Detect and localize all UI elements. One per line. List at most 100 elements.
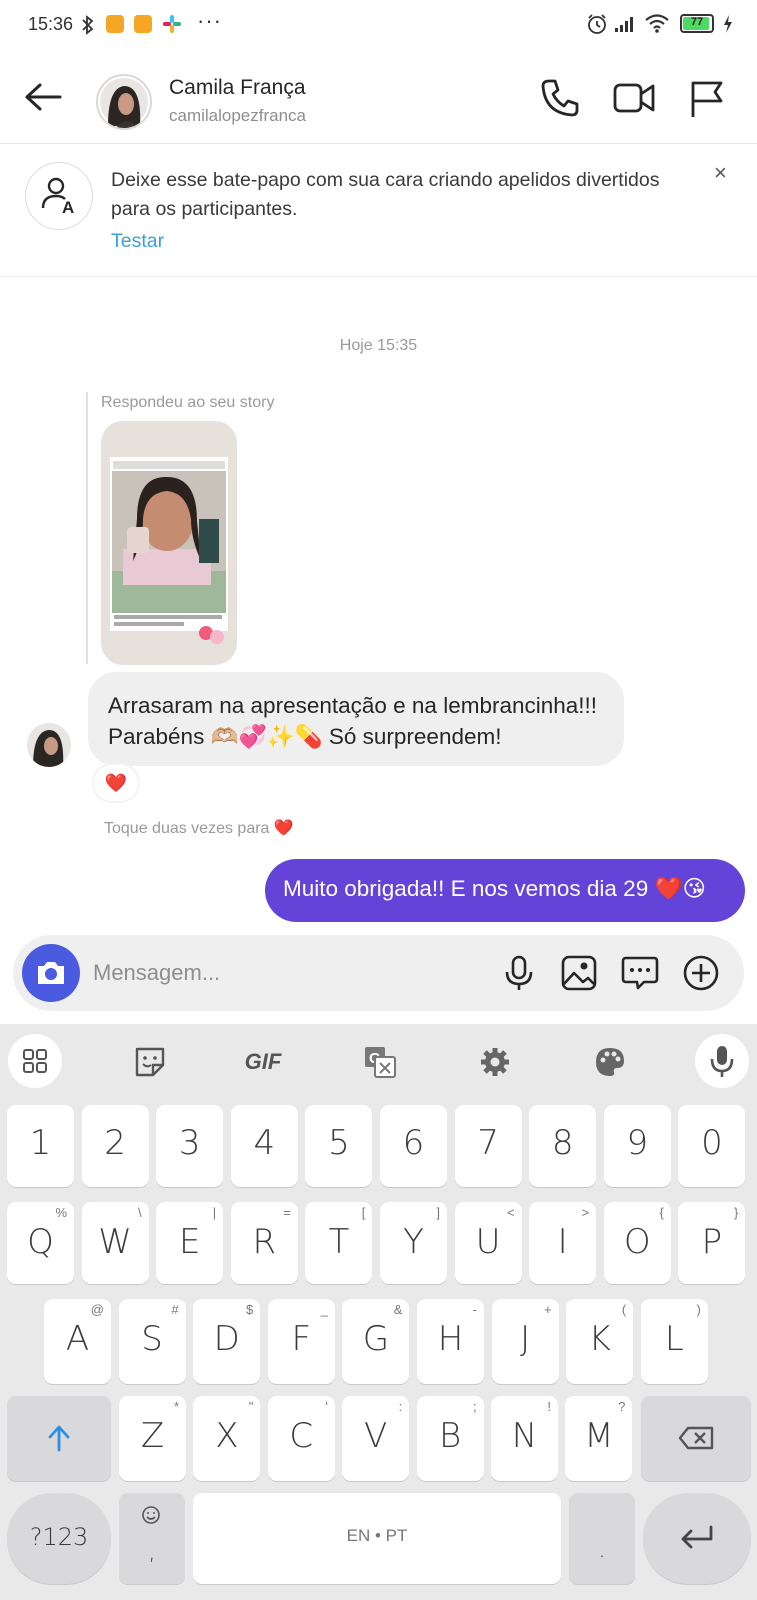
key-o[interactable]: O{ <box>603 1202 671 1284</box>
key-7[interactable]: 7 <box>454 1105 522 1187</box>
message-input[interactable] <box>93 955 473 991</box>
key-label: D <box>213 1319 240 1359</box>
gif-button[interactable]: GIF <box>240 1034 286 1090</box>
period-key[interactable]: . <box>569 1493 635 1584</box>
key-y[interactable]: Y] <box>380 1202 447 1284</box>
keyboard: GIF G ?123 , EN • PT . 1234567890Q%W\E|R… <box>0 1024 757 1600</box>
key-4[interactable]: 4 <box>230 1105 298 1187</box>
double-tap-hint: Toque duas vezes para ❤️ <box>104 820 294 837</box>
symbols-key[interactable]: ?123 <box>7 1493 111 1584</box>
emoji-comma-key[interactable]: , <box>119 1493 185 1584</box>
key-r[interactable]: R = <box>230 1202 298 1284</box>
key-0[interactable]: 0 <box>678 1105 746 1187</box>
key-a[interactable]: A @ <box>44 1299 111 1384</box>
camera-button[interactable] <box>22 944 80 1002</box>
key-label: 8 <box>551 1123 574 1163</box>
key-label: R <box>252 1222 277 1262</box>
key-b[interactable]: B; <box>416 1396 484 1481</box>
key-e[interactable]: E | <box>156 1202 224 1284</box>
backspace-key[interactable] <box>641 1396 751 1481</box>
key-k[interactable]: K( <box>566 1299 634 1384</box>
key-8[interactable]: 8 <box>529 1105 597 1187</box>
key-x[interactable]: X " <box>193 1396 261 1481</box>
key-label: J <box>520 1319 531 1359</box>
key-c[interactable]: C ' <box>267 1396 335 1481</box>
key-3[interactable]: 3 <box>156 1105 224 1187</box>
heart-reaction[interactable]: ❤️ <box>94 765 138 801</box>
sticker-icon[interactable] <box>130 1034 170 1090</box>
translate-icon[interactable]: G <box>360 1034 400 1090</box>
contact-avatar[interactable] <box>96 74 152 130</box>
key-label: G <box>362 1319 390 1359</box>
incoming-message-bubble[interactable]: Arrasaram na apresentação e na lembranci… <box>88 672 624 766</box>
apps-grid-icon[interactable] <box>8 1034 62 1088</box>
comma-label: , <box>148 1537 156 1565</box>
key-l[interactable]: L) <box>640 1299 708 1384</box>
key-j[interactable]: J + <box>491 1299 559 1384</box>
svg-text:A: A <box>62 198 74 217</box>
incoming-message-line: Parabéns 🫶🏼💞✨💊 Só surpreendem! <box>108 724 502 749</box>
key-f[interactable]: F _ <box>267 1299 335 1384</box>
banner-text: Deixe esse bate-papo com sua cara criand… <box>111 169 660 220</box>
key-secondary-label: [ <box>361 1205 366 1220</box>
key-6[interactable]: 6 <box>380 1105 447 1187</box>
key-t[interactable]: T[ <box>305 1202 373 1284</box>
key-label: H <box>437 1319 464 1359</box>
key-secondary-label: @ <box>90 1302 104 1317</box>
key-2[interactable]: 2 <box>81 1105 149 1187</box>
settings-icon[interactable] <box>475 1034 515 1090</box>
key-9[interactable]: 9 <box>603 1105 671 1187</box>
sender-avatar[interactable] <box>27 723 71 767</box>
microphone-icon[interactable] <box>499 953 539 993</box>
key-h[interactable]: H- <box>417 1299 484 1384</box>
chat-header: Camila França camilalopezfranca <box>0 48 757 144</box>
mic-icon[interactable] <box>695 1034 749 1088</box>
key-label: S <box>141 1319 163 1359</box>
key-secondary-label: % <box>55 1205 67 1220</box>
key-z[interactable]: Z * <box>119 1396 186 1481</box>
notification-app-icon <box>106 15 124 33</box>
key-n[interactable]: N! <box>491 1396 558 1481</box>
back-arrow-icon[interactable] <box>24 82 62 112</box>
key-m[interactable]: M? <box>565 1396 633 1481</box>
key-v[interactable]: V: <box>342 1396 410 1481</box>
contact-username[interactable]: camilalopezfranca <box>169 106 306 126</box>
key-label: K <box>588 1319 611 1359</box>
key-p[interactable]: P} <box>678 1202 746 1284</box>
alarm-icon <box>588 14 606 34</box>
key-g[interactable]: G & <box>342 1299 410 1384</box>
key-secondary-label: = <box>283 1205 291 1220</box>
key-label: 3 <box>178 1123 201 1163</box>
banner-try-link[interactable]: Testar <box>111 230 164 253</box>
key-u[interactable]: U < <box>454 1202 522 1284</box>
key-d[interactable]: D $ <box>193 1299 261 1384</box>
outgoing-message-bubble[interactable]: Muito obrigada!! E nos vemos dia 29 ❤️😘 <box>265 859 745 922</box>
reply-indicator-bar <box>86 392 88 664</box>
gallery-icon[interactable] <box>559 953 599 993</box>
add-icon[interactable] <box>681 953 721 993</box>
video-camera-icon[interactable] <box>613 80 655 116</box>
key-secondary-label: ] <box>436 1205 440 1220</box>
space-key[interactable]: EN • PT <box>193 1493 561 1584</box>
heart-icon: ❤️ <box>104 772 128 793</box>
close-icon[interactable]: × <box>714 160 727 186</box>
key-i[interactable]: I > <box>529 1202 597 1284</box>
shift-key[interactable] <box>7 1396 111 1481</box>
sticker-chat-icon[interactable] <box>620 953 660 993</box>
enter-key[interactable] <box>643 1493 751 1584</box>
contact-name[interactable]: Camila França <box>169 76 306 100</box>
phone-icon[interactable] <box>540 78 580 118</box>
key-1[interactable]: 1 <box>7 1105 74 1187</box>
key-q[interactable]: Q% <box>7 1202 74 1284</box>
symbols-key-label: ?123 <box>29 1523 89 1551</box>
key-w[interactable]: W \ <box>81 1202 149 1284</box>
flag-icon[interactable] <box>690 80 724 118</box>
key-secondary-label: & <box>393 1302 403 1317</box>
key-s[interactable]: S # <box>118 1299 186 1384</box>
palette-icon[interactable] <box>590 1034 630 1090</box>
story-thumbnail[interactable] <box>101 421 237 665</box>
key-secondary-label: | <box>212 1205 217 1220</box>
key-secondary-label: < <box>507 1205 515 1220</box>
key-5[interactable]: 5 <box>305 1105 373 1187</box>
key-secondary-label: # <box>171 1302 179 1317</box>
